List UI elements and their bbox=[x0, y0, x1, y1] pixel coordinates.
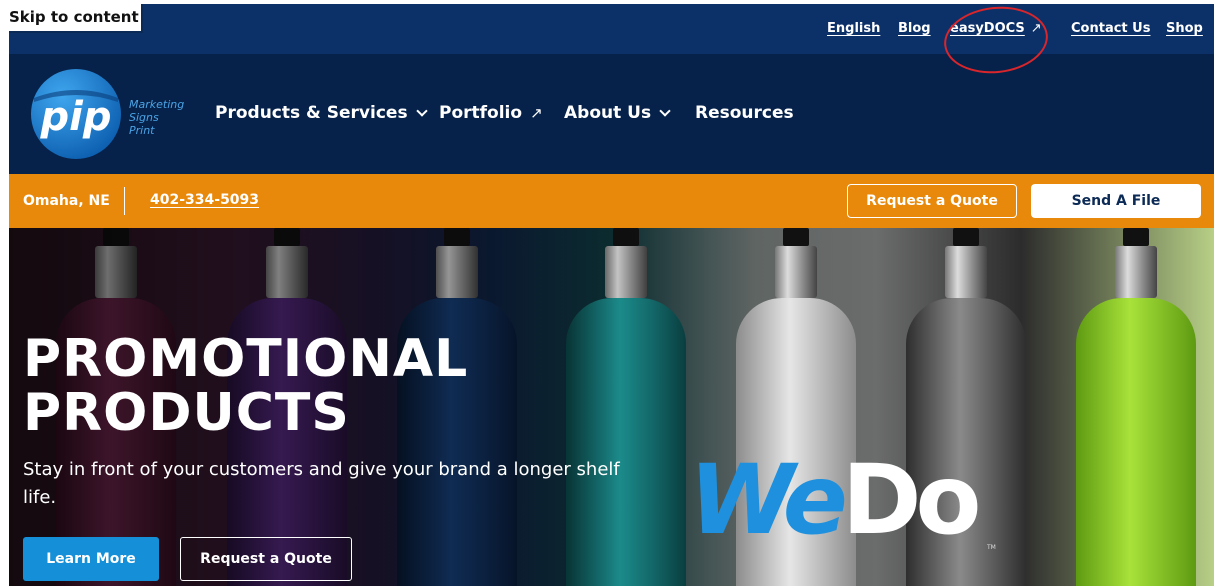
location-city: Omaha, NE bbox=[23, 193, 110, 209]
tagline-line: Print bbox=[129, 124, 155, 137]
chevron-down-icon bbox=[659, 105, 671, 117]
chevron-down-icon bbox=[415, 105, 428, 117]
phone-link[interactable]: 402-334-5093 bbox=[150, 192, 259, 208]
location-divider bbox=[124, 187, 125, 215]
utility-link-english[interactable]: English bbox=[827, 21, 880, 36]
skip-to-content-link[interactable]: Skip to content bbox=[9, 4, 143, 33]
nav-products-services[interactable]: Products & Services bbox=[215, 103, 428, 123]
nav-resources[interactable]: Resources bbox=[695, 103, 794, 123]
trademark-mark: TM bbox=[987, 544, 996, 551]
wedo-we: We bbox=[689, 444, 848, 556]
nav-portfolio[interactable]: Portfolio ↗ bbox=[439, 103, 543, 123]
utility-link-easydocs[interactable]: easyDOCS ↗ bbox=[950, 21, 1042, 36]
hero-title: PROMOTIONAL PRODUCTS bbox=[23, 332, 468, 440]
hero-banner: PROMOTIONAL PRODUCTS Stay in front of yo… bbox=[9, 228, 1214, 586]
tagline-line: Marketing bbox=[129, 98, 185, 111]
nav-label: Resources bbox=[695, 103, 794, 123]
utility-link-blog[interactable]: Blog bbox=[898, 21, 931, 36]
external-link-icon: ↗ bbox=[1030, 21, 1042, 36]
utility-nav: English Blog easyDOCS ↗ Contact Us Shop bbox=[9, 4, 1214, 54]
nav-label: About Us bbox=[564, 103, 652, 123]
hero-title-line: PRODUCTS bbox=[23, 383, 350, 443]
wedo-logo: WeDo bbox=[689, 450, 981, 550]
hero-request-quote-button[interactable]: Request a Quote bbox=[180, 537, 352, 581]
nav-about-us[interactable]: About Us bbox=[564, 103, 671, 123]
nav-label: Portfolio bbox=[439, 103, 523, 123]
utility-link-shop[interactable]: Shop bbox=[1166, 21, 1203, 36]
hero-subtitle: Stay in front of your customers and give… bbox=[23, 459, 620, 508]
utility-link-contact[interactable]: Contact Us bbox=[1071, 21, 1150, 36]
logo-tagline: Marketing Signs Print bbox=[129, 98, 184, 137]
external-link-icon: ↗ bbox=[530, 104, 543, 122]
hero-bottle-image bbox=[1076, 228, 1196, 586]
tagline-line: Signs bbox=[129, 111, 159, 124]
easydocs-label: easyDOCS bbox=[950, 21, 1025, 36]
nav-label: Products & Services bbox=[215, 103, 408, 123]
logo-wordmark: pip bbox=[40, 94, 112, 140]
main-nav: pip Marketing Signs Print Products & Ser… bbox=[9, 54, 1214, 174]
send-file-button[interactable]: Send A File bbox=[1031, 184, 1201, 218]
learn-more-button[interactable]: Learn More bbox=[23, 537, 159, 581]
wedo-do: Do bbox=[841, 444, 982, 556]
request-quote-button[interactable]: Request a Quote bbox=[847, 184, 1017, 218]
location-bar: Omaha, NE 402-334-5093 Request a Quote S… bbox=[9, 174, 1214, 228]
browser-viewport: Skip to content English Blog easyDOCS ↗ C… bbox=[9, 4, 1214, 586]
hero-title-line: PROMOTIONAL bbox=[23, 329, 469, 389]
pip-logo-icon[interactable]: pip bbox=[30, 68, 122, 160]
